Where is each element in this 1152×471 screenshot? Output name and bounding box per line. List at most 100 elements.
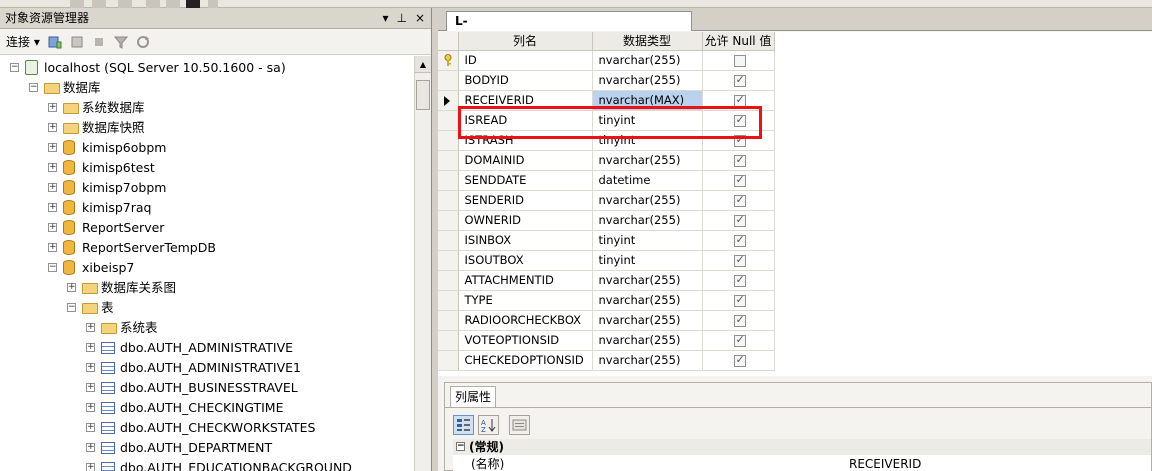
row-selector[interactable] bbox=[438, 230, 459, 251]
filter-icon[interactable] bbox=[113, 35, 128, 49]
data-type-cell[interactable]: nvarchar(255) bbox=[592, 310, 703, 331]
expand-icon[interactable]: + bbox=[86, 423, 95, 432]
column-name-cell[interactable]: DOMAINID bbox=[458, 150, 593, 171]
column-name-cell[interactable]: BODYID bbox=[458, 70, 593, 91]
column-name-cell[interactable]: ISINBOX bbox=[458, 230, 593, 251]
property-category-general[interactable]: − (常规) bbox=[453, 439, 1151, 455]
tree-node[interactable]: + dbo.AUTH_ADMINISTRATIVE bbox=[0, 338, 414, 358]
allow-null-checkbox[interactable] bbox=[733, 54, 746, 67]
row-selector[interactable] bbox=[438, 350, 459, 371]
data-type-cell[interactable]: nvarchar(255) bbox=[592, 190, 703, 211]
expand-icon[interactable]: + bbox=[48, 183, 57, 192]
expand-icon[interactable]: + bbox=[48, 103, 57, 112]
document-tab[interactable]: L-NB0032.xibeis..._PERSONALMESSAGE bbox=[446, 11, 708, 47]
dropdown-icon[interactable]: ▾ bbox=[382, 8, 388, 29]
column-name-cell[interactable]: CHECKEDOPTIONSID bbox=[458, 350, 593, 371]
column-properties-tab[interactable]: 列属性 bbox=[450, 386, 496, 408]
tree-scrollbar[interactable]: ▲ bbox=[414, 56, 431, 471]
data-type-cell[interactable]: nvarchar(255) bbox=[592, 150, 703, 171]
alphabetical-view-button[interactable]: AZ bbox=[478, 415, 499, 435]
data-type-cell[interactable]: nvarchar(255) bbox=[592, 70, 703, 91]
expand-icon[interactable]: + bbox=[48, 123, 57, 132]
property-pages-button[interactable] bbox=[509, 415, 530, 435]
row-selector[interactable] bbox=[438, 310, 459, 331]
tree-node[interactable]: + dbo.AUTH_CHECKINGTIME bbox=[0, 398, 414, 418]
allow-null-checkbox[interactable] bbox=[733, 313, 746, 327]
row-selector[interactable] bbox=[438, 70, 459, 91]
expand-icon[interactable]: + bbox=[48, 243, 57, 252]
close-icon[interactable]: × bbox=[415, 8, 425, 29]
data-type-cell[interactable]: nvarchar(255) bbox=[592, 50, 703, 71]
expand-icon[interactable]: + bbox=[48, 223, 57, 232]
collapse-icon[interactable]: − bbox=[456, 442, 465, 451]
allow-null-checkbox[interactable] bbox=[733, 153, 746, 167]
table-row[interactable]: TYPE nvarchar(255) bbox=[438, 290, 775, 311]
toolbar-icon[interactable] bbox=[166, 0, 180, 8]
allow-null-checkbox[interactable] bbox=[733, 173, 746, 187]
property-row-name[interactable]: (名称) RECEIVERID bbox=[453, 456, 1151, 471]
tree-node[interactable]: + dbo.AUTH_DEPARTMENT bbox=[0, 438, 414, 458]
property-value[interactable]: RECEIVERID bbox=[849, 456, 921, 471]
allow-null-checkbox[interactable] bbox=[733, 293, 746, 307]
pin-icon[interactable]: ⊥ bbox=[396, 8, 406, 29]
table-row[interactable]: ATTACHMENTID nvarchar(255) bbox=[438, 270, 775, 291]
expand-icon[interactable]: + bbox=[86, 443, 95, 452]
stop-icon[interactable] bbox=[92, 35, 106, 49]
column-name-cell[interactable]: ISOUTBOX bbox=[458, 250, 593, 271]
chevron-down-icon[interactable] bbox=[208, 0, 218, 8]
table-row[interactable]: RADIOORCHECKBOX nvarchar(255) bbox=[438, 310, 775, 331]
allow-null-checkbox[interactable] bbox=[733, 273, 746, 287]
table-row[interactable]: SENDDATE datetime bbox=[438, 170, 775, 191]
tree-node[interactable]: + 系统数据库 bbox=[0, 98, 414, 118]
allow-null-checkbox[interactable] bbox=[733, 73, 746, 87]
data-type-cell[interactable]: nvarchar(255) bbox=[592, 270, 703, 291]
tree-node[interactable]: − 数据库 bbox=[0, 78, 414, 98]
data-type-cell[interactable]: nvarchar(255) bbox=[592, 330, 703, 351]
tree-node[interactable]: + dbo.AUTH_ADMINISTRATIVE1 bbox=[0, 358, 414, 378]
refresh-icon[interactable] bbox=[136, 35, 150, 49]
collapse-icon[interactable]: − bbox=[48, 263, 57, 272]
row-selector[interactable] bbox=[438, 270, 459, 291]
tree-node[interactable]: − 表 bbox=[0, 298, 414, 318]
connect-server-icon[interactable] bbox=[48, 35, 62, 49]
column-name-cell[interactable]: SENDDATE bbox=[458, 170, 593, 191]
table-row[interactable]: ISOUTBOX tinyint bbox=[438, 250, 775, 271]
row-selector[interactable] bbox=[438, 190, 459, 211]
tree-node[interactable]: + kimisp7raq bbox=[0, 198, 414, 218]
expand-icon[interactable]: + bbox=[48, 203, 57, 212]
expand-icon[interactable]: + bbox=[48, 163, 57, 172]
expand-icon[interactable]: + bbox=[86, 363, 95, 372]
toolbar-icon[interactable] bbox=[146, 0, 160, 8]
allow-null-checkbox[interactable] bbox=[733, 353, 746, 367]
row-selector[interactable] bbox=[438, 110, 459, 131]
table-row[interactable]: ISINBOX tinyint bbox=[438, 230, 775, 251]
data-type-cell[interactable]: nvarchar(255) bbox=[592, 290, 703, 311]
allow-null-checkbox[interactable] bbox=[733, 193, 746, 207]
data-type-cell[interactable]: nvarchar(255) bbox=[592, 210, 703, 231]
tree-node[interactable]: − xibeisp7 bbox=[0, 258, 414, 278]
expand-icon[interactable]: + bbox=[86, 343, 95, 352]
column-name-cell[interactable]: RADIOORCHECKBOX bbox=[458, 310, 593, 331]
disconnect-icon[interactable] bbox=[70, 35, 84, 49]
collapse-icon[interactable]: − bbox=[10, 63, 19, 72]
scroll-thumb[interactable] bbox=[416, 80, 430, 110]
row-selector[interactable] bbox=[438, 90, 459, 111]
tree-node[interactable]: − localhost (SQL Server 10.50.1600 - sa) bbox=[0, 58, 414, 78]
categorized-view-button[interactable] bbox=[453, 415, 474, 435]
tree-node[interactable]: + 数据库关系图 bbox=[0, 278, 414, 298]
table-row[interactable]: SENDERID nvarchar(255) bbox=[438, 190, 775, 211]
column-name-cell[interactable]: ID bbox=[458, 50, 593, 71]
row-selector[interactable] bbox=[438, 330, 459, 351]
toolbar-icon[interactable] bbox=[186, 0, 200, 8]
data-type-cell[interactable]: tinyint bbox=[592, 230, 703, 251]
allow-null-checkbox[interactable] bbox=[733, 233, 746, 247]
expand-icon[interactable]: + bbox=[67, 283, 76, 292]
column-name-cell[interactable]: VOTEOPTIONSID bbox=[458, 330, 593, 351]
row-selector[interactable] bbox=[438, 170, 459, 191]
data-type-cell[interactable]: tinyint bbox=[592, 250, 703, 271]
connect-button[interactable]: 连接 ▾ bbox=[6, 33, 40, 50]
column-name-cell[interactable]: ATTACHMENTID bbox=[458, 270, 593, 291]
expand-icon[interactable]: + bbox=[86, 383, 95, 392]
tree-node[interactable]: + kimisp6obpm bbox=[0, 138, 414, 158]
row-selector[interactable] bbox=[438, 130, 459, 151]
